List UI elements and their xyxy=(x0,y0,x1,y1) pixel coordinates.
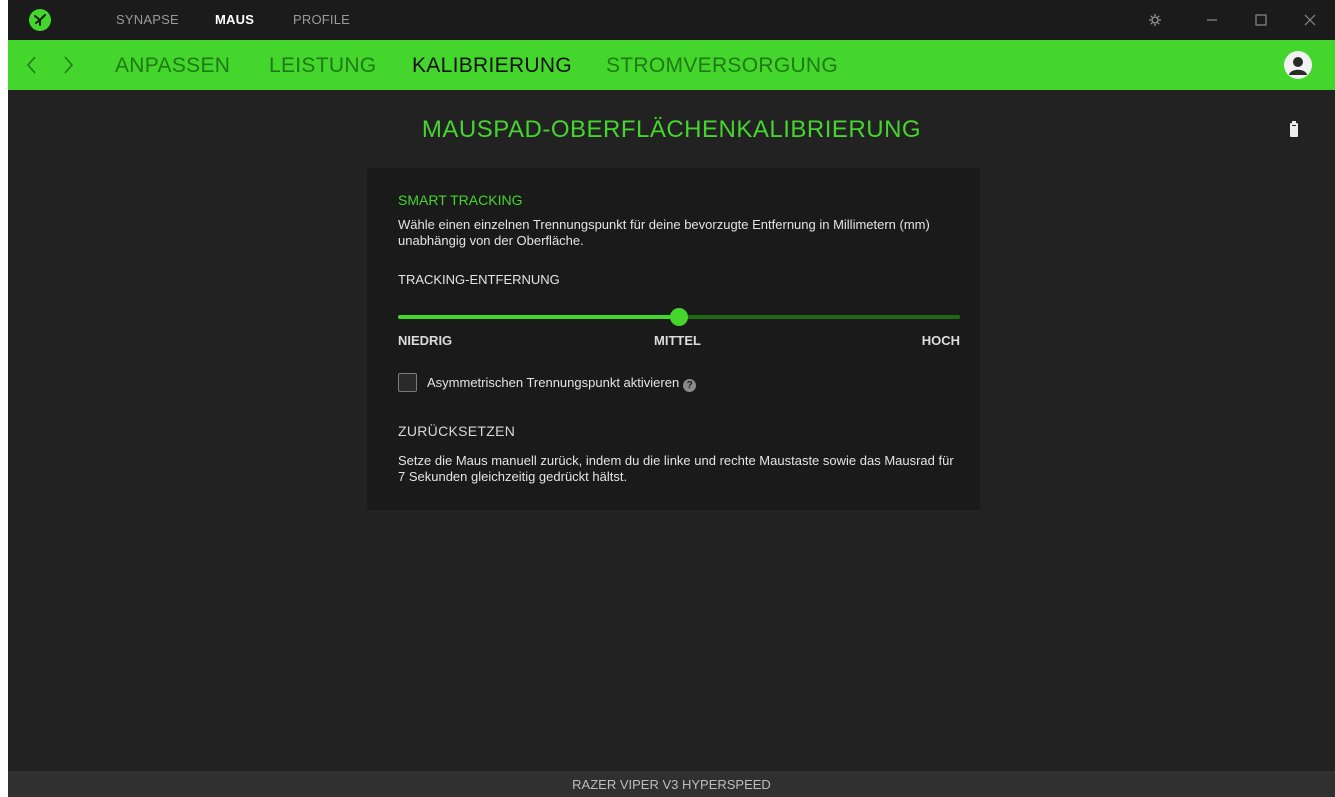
page-title: MAUSPAD-OBERFLÄCHENKALIBRIERUNG xyxy=(421,116,922,143)
slider-fill xyxy=(398,315,679,319)
smart-tracking-description: Wähle einen einzelnen Trennungspunkt für… xyxy=(398,217,930,248)
maximize-icon[interactable] xyxy=(1251,10,1271,30)
chevron-left-icon[interactable] xyxy=(22,54,42,76)
tab-leistung[interactable]: LEISTUNG xyxy=(269,54,376,78)
slider-low-label: NIEDRIG xyxy=(398,333,453,348)
slider-thumb[interactable] xyxy=(670,308,688,326)
tab-stromversorgung[interactable]: STROMVERSORGUNG xyxy=(606,54,838,78)
minimize-icon[interactable] xyxy=(1202,10,1222,30)
calibration-card: SMART TRACKING Wähle einen einzelnen Tre… xyxy=(367,168,980,510)
reset-heading: ZURÜCKSETZEN xyxy=(398,423,516,439)
tab-kalibrierung[interactable]: KALIBRIERUNG xyxy=(412,54,572,78)
close-icon[interactable] xyxy=(1300,10,1320,30)
topnav-synapse[interactable]: SYNAPSE xyxy=(116,12,179,27)
chevron-right-icon[interactable] xyxy=(58,54,78,76)
gear-icon[interactable] xyxy=(1145,10,1165,30)
title-bar: SYNAPSE MAUS PROFILE xyxy=(8,0,1335,40)
status-bar: RAZER VIPER V3 HYPERSPEED xyxy=(8,771,1335,797)
app-window: SYNAPSE MAUS PROFILE ANPASSEN LEISTUNG K… xyxy=(8,0,1335,797)
asymmetric-checkbox[interactable] xyxy=(398,373,417,392)
tab-anpassen[interactable]: ANPASSEN xyxy=(115,54,230,78)
razer-logo-icon[interactable] xyxy=(29,9,51,31)
asymmetric-label: Asymmetrischen Trennungspunkt aktivieren xyxy=(427,375,680,390)
battery-icon xyxy=(1284,120,1304,140)
tracking-distance-label: TRACKING-ENTFERNUNG xyxy=(398,272,560,287)
topnav-maus[interactable]: MAUS xyxy=(215,12,254,27)
smart-tracking-heading: SMART TRACKING xyxy=(398,192,523,208)
slider-mid-label: MITTEL xyxy=(654,333,701,348)
topnav-profile[interactable]: PROFILE xyxy=(293,12,350,27)
device-name: RAZER VIPER V3 HYPERSPEED xyxy=(572,777,771,792)
sub-navigation: ANPASSEN LEISTUNG KALIBRIERUNG STROMVERS… xyxy=(8,40,1335,90)
reset-description: Setze die Maus manuell zurück, indem du … xyxy=(398,453,954,484)
help-icon[interactable]: ? xyxy=(683,379,697,392)
slider-high-label: HOCH xyxy=(921,333,960,348)
user-avatar-icon[interactable] xyxy=(1284,51,1312,79)
asymmetric-option: Asymmetrischen Trennungspunkt aktivieren… xyxy=(427,375,697,392)
